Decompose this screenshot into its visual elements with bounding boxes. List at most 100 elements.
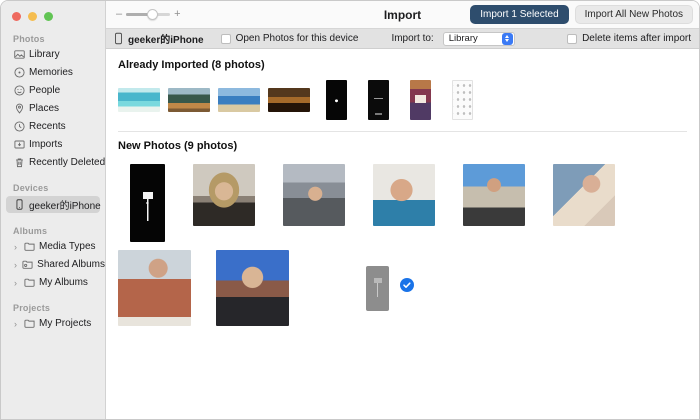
sidebar-item-label: Recently Deleted bbox=[29, 157, 105, 168]
thumbnail-man-sunglasses-selfie[interactable] bbox=[216, 250, 289, 326]
device-name: geeker的iPhone bbox=[128, 31, 204, 46]
zoom-window-button[interactable] bbox=[44, 12, 53, 21]
sidebar-item-imports[interactable]: Imports bbox=[1, 137, 105, 152]
disclosure-chevron-icon[interactable]: › bbox=[14, 319, 20, 329]
import-to-value: Library bbox=[449, 33, 478, 44]
section-title: Devices bbox=[1, 183, 105, 193]
sidebar-item-places[interactable]: Places bbox=[1, 101, 105, 116]
slider-track[interactable] bbox=[126, 13, 170, 16]
zoom-in-icon[interactable]: + bbox=[174, 9, 180, 20]
folder-icon bbox=[24, 318, 35, 329]
delete-after-import-label: Delete items after import bbox=[582, 33, 691, 44]
import-to-select[interactable]: Library bbox=[443, 32, 515, 46]
selected-checkmark-badge-icon bbox=[400, 278, 414, 292]
minimize-window-button[interactable] bbox=[28, 12, 37, 21]
thumbnail-dark-sunset-beach[interactable] bbox=[268, 88, 310, 112]
section-title: Projects bbox=[1, 303, 105, 313]
shared-folder-icon bbox=[22, 259, 33, 270]
thumbnail-woman-selfie-rocky-landscape[interactable] bbox=[283, 164, 345, 226]
thumbnail-black-screenshot-text[interactable] bbox=[368, 80, 389, 120]
sidebar-section-photos: Photos Library Memories People Places Re… bbox=[1, 34, 105, 170]
iphone-icon bbox=[14, 199, 25, 210]
select-stepper-icon bbox=[502, 33, 513, 45]
thumbnail-white-keypad-screenshot[interactable] bbox=[452, 80, 473, 120]
device-bar: geeker的iPhone Open Photos for this devic… bbox=[106, 29, 699, 49]
thumbnail-blue-sea-beach[interactable] bbox=[218, 88, 260, 112]
toolbar-buttons: Import 1 Selected Import All New Photos bbox=[470, 5, 699, 24]
iphone-icon bbox=[114, 32, 123, 45]
section-title: Albums bbox=[1, 226, 105, 236]
sidebar-item-label: People bbox=[29, 85, 60, 96]
new-photos-row-1 bbox=[118, 164, 687, 242]
thumbnail-black-screenshot-dot[interactable] bbox=[326, 80, 347, 120]
main-area: – + Import Import 1 Selected Import All … bbox=[106, 1, 699, 419]
disclosure-chevron-icon[interactable]: › bbox=[14, 242, 20, 252]
sidebar-item-library[interactable]: Library bbox=[1, 47, 105, 62]
memories-icon bbox=[14, 67, 25, 78]
sidebar-item-media-types[interactable]: › Media Types bbox=[1, 239, 105, 254]
sidebar-item-label: Shared Albums bbox=[37, 259, 105, 270]
map-pin-icon bbox=[14, 103, 25, 114]
sidebar-section-projects: Projects › My Projects bbox=[1, 303, 105, 331]
photos-app-window: Photos Library Memories People Places Re… bbox=[0, 0, 700, 420]
sidebar-item-label: Places bbox=[29, 103, 59, 114]
sidebar-item-label: My Albums bbox=[39, 277, 88, 288]
thumbnail-blonde-woman-bookshelf[interactable] bbox=[193, 164, 255, 226]
clock-icon bbox=[14, 121, 25, 132]
window-controls bbox=[1, 1, 105, 21]
sidebar-item-label: Library bbox=[29, 49, 60, 60]
sidebar-item-people[interactable]: People bbox=[1, 83, 105, 98]
photo-icon bbox=[14, 49, 25, 60]
folder-icon bbox=[24, 277, 35, 288]
import-to-label: Import to: bbox=[391, 33, 433, 44]
toolbar: – + Import Import 1 Selected Import All … bbox=[106, 1, 699, 29]
sidebar-section-devices: Devices geeker的iPhone bbox=[1, 183, 105, 213]
thumbnail-colorful-app-screenshot[interactable] bbox=[410, 80, 431, 120]
selected-photo-cell bbox=[344, 250, 444, 326]
delete-after-import-checkbox[interactable] bbox=[567, 34, 577, 44]
sidebar-item-recently-deleted[interactable]: Recently Deleted bbox=[1, 155, 105, 170]
section-title: Photos bbox=[1, 34, 105, 44]
close-window-button[interactable] bbox=[12, 12, 21, 21]
sidebar: Photos Library Memories People Places Re… bbox=[1, 1, 106, 419]
thumbnail-palm-trees-beach[interactable] bbox=[168, 88, 210, 112]
sidebar-item-label: Memories bbox=[29, 67, 73, 78]
open-photos-checkbox[interactable] bbox=[221, 34, 231, 44]
thumbnail-man-peace-sign-glasses[interactable] bbox=[463, 164, 525, 226]
sidebar-item-label: Media Types bbox=[39, 241, 96, 252]
open-photos-label: Open Photos for this device bbox=[236, 33, 359, 44]
already-imported-header: Already Imported (8 photos) bbox=[118, 59, 687, 71]
sidebar-item-shared-albums[interactable]: › Shared Albums bbox=[1, 257, 105, 272]
disclosure-chevron-icon[interactable]: › bbox=[14, 260, 18, 270]
sidebar-item-label: geeker的iPhone bbox=[29, 197, 101, 212]
sidebar-item-label: Recents bbox=[29, 121, 66, 132]
thumbnail-woman-rust-jacket[interactable] bbox=[118, 250, 191, 326]
slider-thumb[interactable] bbox=[147, 9, 158, 20]
folder-icon bbox=[24, 241, 35, 252]
import-selected-button[interactable]: Import 1 Selected bbox=[470, 5, 568, 24]
thumbnail-connect-to-computer-screenshot[interactable] bbox=[130, 164, 165, 242]
sidebar-item-my-albums[interactable]: › My Albums bbox=[1, 275, 105, 290]
zoom-out-icon[interactable]: – bbox=[116, 9, 122, 20]
sidebar-item-recents[interactable]: Recents bbox=[1, 119, 105, 134]
sidebar-item-device-iphone[interactable]: geeker的iPhone bbox=[6, 196, 100, 213]
disclosure-chevron-icon[interactable]: › bbox=[14, 278, 20, 288]
import-all-button[interactable]: Import All New Photos bbox=[575, 5, 693, 24]
thumbnail-zoom-slider[interactable]: – + bbox=[116, 9, 181, 20]
thumbnail-gray-screenshot-selected[interactable] bbox=[366, 266, 389, 311]
sidebar-item-label: Imports bbox=[29, 139, 62, 150]
sidebar-item-my-projects[interactable]: › My Projects bbox=[1, 316, 105, 331]
section-divider bbox=[118, 131, 687, 132]
import-content: Already Imported (8 photos) New Photos (… bbox=[106, 49, 699, 419]
thumbnail-teal-wave-beach[interactable] bbox=[118, 88, 160, 112]
import-tray-icon bbox=[14, 139, 25, 150]
trash-icon bbox=[14, 157, 25, 168]
thumbnail-woman-curly-hair[interactable] bbox=[553, 164, 615, 226]
face-icon bbox=[14, 85, 25, 96]
new-photos-header: New Photos (9 photos) bbox=[118, 140, 687, 152]
sidebar-item-label: My Projects bbox=[39, 318, 91, 329]
sidebar-item-memories[interactable]: Memories bbox=[1, 65, 105, 80]
thumbnail-man-selfie-blue-shirt[interactable] bbox=[373, 164, 435, 226]
new-photos-row-2 bbox=[118, 250, 687, 326]
already-imported-strip bbox=[118, 75, 687, 125]
